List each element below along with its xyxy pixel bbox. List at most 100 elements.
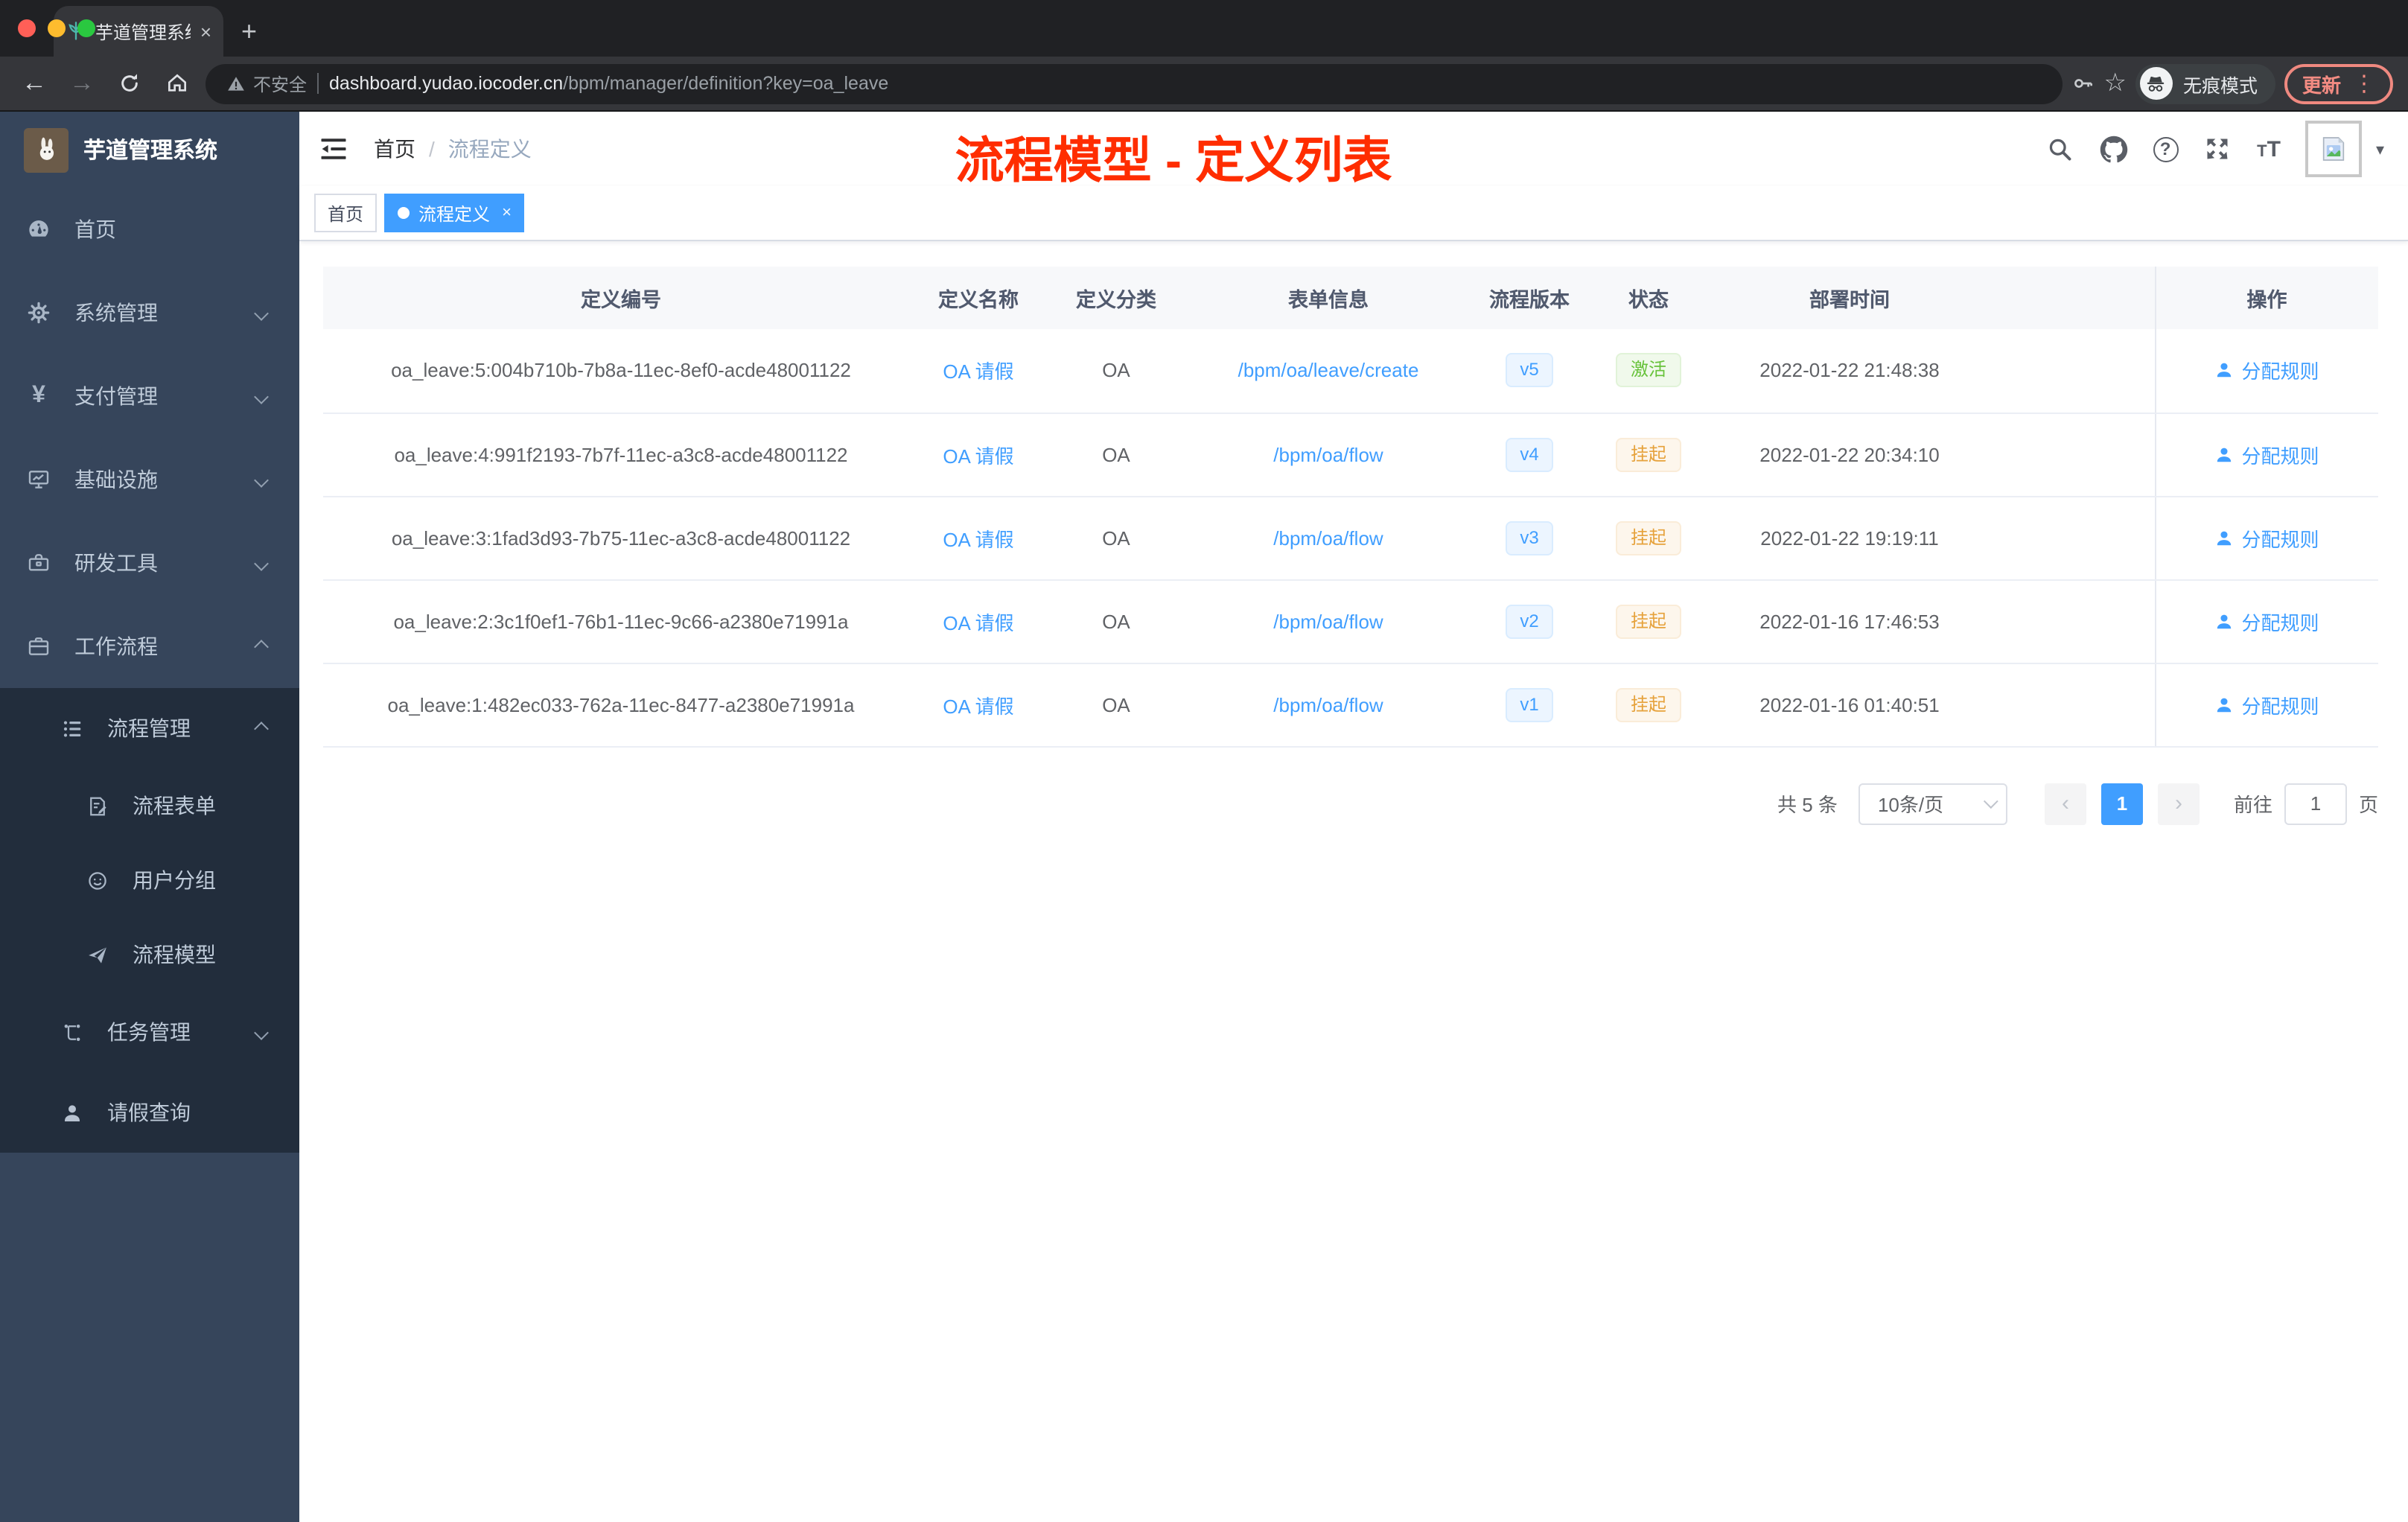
sidebar-item-home[interactable]: 首页 [0,188,299,271]
definition-category: OA [1038,579,1194,663]
broken-image-icon [2323,137,2345,161]
definition-id: oa_leave:3:1fad3d93-7b75-11ec-a3c8-acde4… [323,496,919,580]
password-key-icon[interactable] [2071,71,2095,95]
col-deploy-time: 部署时间 [1701,267,1998,329]
definition-name-link[interactable]: OA 请假 [943,361,1013,383]
col-definition-category: 定义分类 [1038,267,1194,329]
definition-name-link[interactable]: OA 请假 [943,445,1013,467]
assign-rule-button[interactable]: 分配规则 [2214,607,2319,635]
definition-category: OA [1038,496,1194,580]
browser-toolbar: ← → 不安全 dashboard.yudao.iocoder.cn/bpm/m… [0,57,2408,112]
sidebar-item-leave-query[interactable]: 请假查询 [0,1072,299,1153]
brand-logo [24,127,69,172]
bookmark-star-icon[interactable]: ☆ [2103,69,2127,98]
form-link[interactable]: /bpm/oa/flow [1273,526,1383,549]
goto-page-input[interactable] [2284,783,2347,824]
sidebar-item-infra[interactable]: 基础设施 [0,438,299,521]
deploy-time: 2022-01-22 20:34:10 [1701,413,1998,497]
update-button[interactable]: 更新 ⋮ [2284,63,2393,104]
close-window-button[interactable] [18,19,36,37]
version-badge: v3 [1505,520,1554,555]
current-page-button[interactable]: 1 [2100,783,2143,824]
help-icon[interactable]: ? [2153,136,2179,162]
font-size-icon[interactable]: TT [2257,136,2281,162]
form-link[interactable]: /bpm/oa/flow [1273,610,1383,632]
browser-tab-strip: 芋道管理系统 × + [0,0,2408,57]
close-tag-icon[interactable]: × [502,204,512,222]
fullscreen-icon[interactable] [2203,135,2232,163]
forward-button[interactable]: → [63,64,101,103]
spacer-cell [1998,329,2155,413]
url-text[interactable]: dashboard.yudao.iocoder.cn/bpm/manager/d… [329,73,888,94]
version-badge: v5 [1505,353,1554,388]
spacer-cell [1998,579,2155,663]
col-spacer [1998,267,2155,329]
home-button[interactable] [158,64,197,103]
new-tab-button[interactable]: + [241,16,257,48]
goto-label: 前往 [2233,794,2272,816]
prev-page-button[interactable]: ‹ [2044,783,2086,824]
sidebar-item-process-model[interactable]: 流程模型 [0,917,299,992]
home-icon [168,74,186,92]
definition-id: oa_leave:5:004b710b-7b8a-11ec-8ef0-acde4… [323,329,919,413]
form-link[interactable]: /bpm/oa/flow [1273,443,1383,465]
hamburger-icon [321,138,346,159]
page-unit-label: 页 [2358,794,2378,816]
sidebar-item-task-management[interactable]: 任务管理 [0,992,299,1072]
col-actions: 操作 [2154,267,2378,329]
browser-menu-icon[interactable]: ⋮ [2353,70,2375,97]
sidebar-item-system[interactable]: 系统管理 [0,271,299,354]
url-divider [317,73,319,94]
definition-name-link[interactable]: OA 请假 [943,528,1013,550]
person-icon [60,1101,83,1124]
user-icon [2217,363,2232,378]
list-icon [60,716,83,740]
gear-icon [27,301,51,325]
sidebar-item-user-group[interactable]: 用户分组 [0,843,299,917]
chevron-down-icon [254,305,269,320]
assign-rule-button[interactable]: 分配规则 [2214,523,2319,552]
sidebar-item-devtools[interactable]: 研发工具 [0,521,299,605]
tag-home[interactable]: 首页 [314,194,378,232]
sidebar-item-process-form[interactable]: 流程表单 [0,768,299,843]
minimize-window-button[interactable] [48,19,66,37]
active-tag-dot [398,207,410,219]
back-button[interactable]: ← [15,64,54,103]
next-page-button[interactable]: › [2157,783,2200,824]
sidebar: 芋道管理系统 首页 系统管理 ¥ 支付管理 基础设施 研发工具 工作流程 流程管… [0,112,299,1522]
assign-rule-button[interactable]: 分配规则 [2214,690,2319,719]
form-link[interactable]: /bpm/oa/flow [1273,693,1383,716]
table-row: oa_leave:2:3c1f0ef1-76b1-11ec-9c66-a2380… [323,579,2378,663]
address-bar[interactable]: 不安全 dashboard.yudao.iocoder.cn/bpm/manag… [206,63,2063,104]
assign-rule-button[interactable]: 分配规则 [2214,357,2319,385]
close-tab-icon[interactable]: × [200,20,211,42]
briefcase-icon [27,634,51,658]
form-link[interactable]: /bpm/oa/leave/create [1238,360,1419,382]
user-icon [2217,530,2232,545]
avatar-caret-icon[interactable]: ▾ [2376,139,2384,159]
definition-name-link[interactable]: OA 请假 [943,695,1013,717]
window-controls[interactable] [18,19,95,37]
table-row: oa_leave:5:004b710b-7b8a-11ec-8ef0-acde4… [323,329,2378,413]
navbar-actions: ? TT ▾ [2045,121,2384,177]
collapse-sidebar-button[interactable] [317,133,350,165]
avatar[interactable] [2305,121,2363,177]
sidebar-item-payment[interactable]: ¥ 支付管理 [0,354,299,438]
github-icon[interactable] [2099,135,2127,163]
sidebar-item-workflow[interactable]: 工作流程 [0,605,299,688]
maximize-window-button[interactable] [77,19,95,37]
search-icon[interactable] [2045,135,2074,163]
tags-view: 首页 流程定义 × [299,186,2408,241]
chevron-down-icon [254,555,269,570]
assign-rule-button[interactable]: 分配规则 [2214,440,2319,468]
breadcrumb-home[interactable]: 首页 [374,134,415,164]
security-status[interactable]: 不安全 [226,71,307,96]
tag-process-definition[interactable]: 流程定义 × [384,194,525,232]
col-form-info: 表单信息 [1194,267,1462,329]
breadcrumb: 首页 / 流程定义 [374,134,532,164]
sidebar-item-process-management[interactable]: 流程管理 [0,688,299,768]
page-size-select[interactable]: 10条/页 [1858,783,2007,824]
definition-name-link[interactable]: OA 请假 [943,611,1013,634]
dashboard-icon [27,217,51,241]
reload-button[interactable] [110,64,149,103]
